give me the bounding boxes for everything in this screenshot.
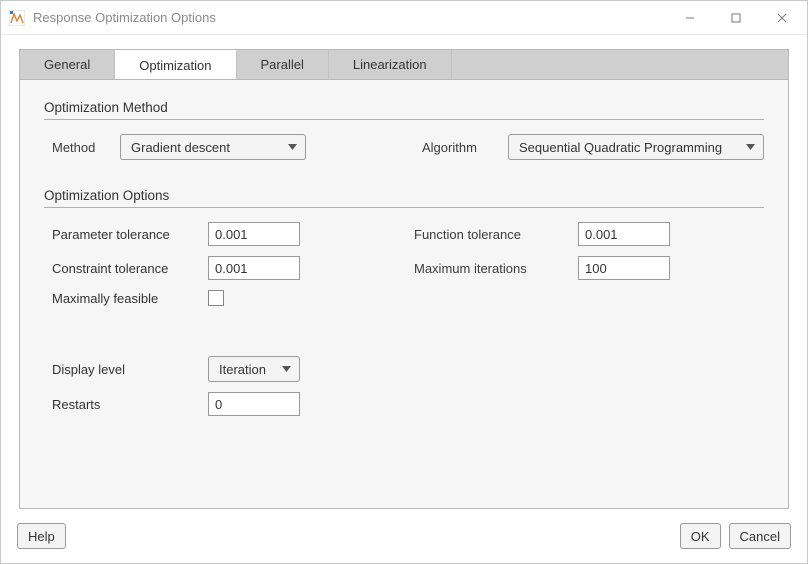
algorithm-dropdown[interactable]: Sequential Quadratic Programming xyxy=(508,134,764,160)
divider xyxy=(44,119,764,120)
method-dropdown-value: Gradient descent xyxy=(131,140,230,155)
ok-button[interactable]: OK xyxy=(680,523,721,549)
tabstrip: General Optimization Parallel Linearizat… xyxy=(19,49,789,79)
constr-tol-input[interactable] xyxy=(208,256,300,280)
max-feasible-label: Maximally feasible xyxy=(44,291,194,306)
restarts-input[interactable] xyxy=(208,392,300,416)
maximize-button[interactable] xyxy=(713,3,759,33)
max-iter-input[interactable] xyxy=(578,256,670,280)
minimize-button[interactable] xyxy=(667,3,713,33)
max-feasible-checkbox[interactable] xyxy=(208,290,224,306)
help-button[interactable]: Help xyxy=(17,523,66,549)
content-area: General Optimization Parallel Linearizat… xyxy=(1,35,807,527)
max-iter-label: Maximum iterations xyxy=(414,261,564,276)
chevron-down-icon xyxy=(288,144,297,150)
window-title: Response Optimization Options xyxy=(33,10,216,25)
constr-tol-label: Constraint tolerance xyxy=(44,261,194,276)
button-bar: Help OK Cancel xyxy=(17,523,791,549)
display-level-dropdown[interactable]: Iteration xyxy=(208,356,300,382)
cancel-button[interactable]: Cancel xyxy=(729,523,791,549)
method-dropdown[interactable]: Gradient descent xyxy=(120,134,306,160)
tab-linearization[interactable]: Linearization xyxy=(329,50,452,79)
tab-body-optimization: Optimization Method Method Gradient desc… xyxy=(19,79,789,509)
section-title-method: Optimization Method xyxy=(44,100,764,115)
chevron-down-icon xyxy=(282,366,291,372)
algorithm-dropdown-value: Sequential Quadratic Programming xyxy=(519,140,722,155)
divider xyxy=(44,207,764,208)
func-tol-label: Function tolerance xyxy=(414,227,564,242)
display-level-label: Display level xyxy=(44,362,194,377)
algorithm-label: Algorithm xyxy=(422,140,494,155)
func-tol-input[interactable] xyxy=(578,222,670,246)
titlebar: Response Optimization Options xyxy=(1,1,807,35)
section-title-options: Optimization Options xyxy=(44,188,764,203)
param-tol-input[interactable] xyxy=(208,222,300,246)
row-method: Method Gradient descent Algorithm Sequen… xyxy=(44,134,764,160)
close-button[interactable] xyxy=(759,3,805,33)
options-grid: Parameter tolerance Constraint tolerance… xyxy=(44,222,764,316)
tab-general[interactable]: General xyxy=(20,50,115,79)
param-tol-label: Parameter tolerance xyxy=(44,227,194,242)
tab-parallel[interactable]: Parallel xyxy=(237,50,329,79)
tab-optimization[interactable]: Optimization xyxy=(115,50,236,79)
display-level-value: Iteration xyxy=(219,362,266,377)
restarts-label: Restarts xyxy=(44,397,194,412)
app-icon xyxy=(9,10,25,26)
method-label: Method xyxy=(44,140,106,155)
chevron-down-icon xyxy=(746,144,755,150)
